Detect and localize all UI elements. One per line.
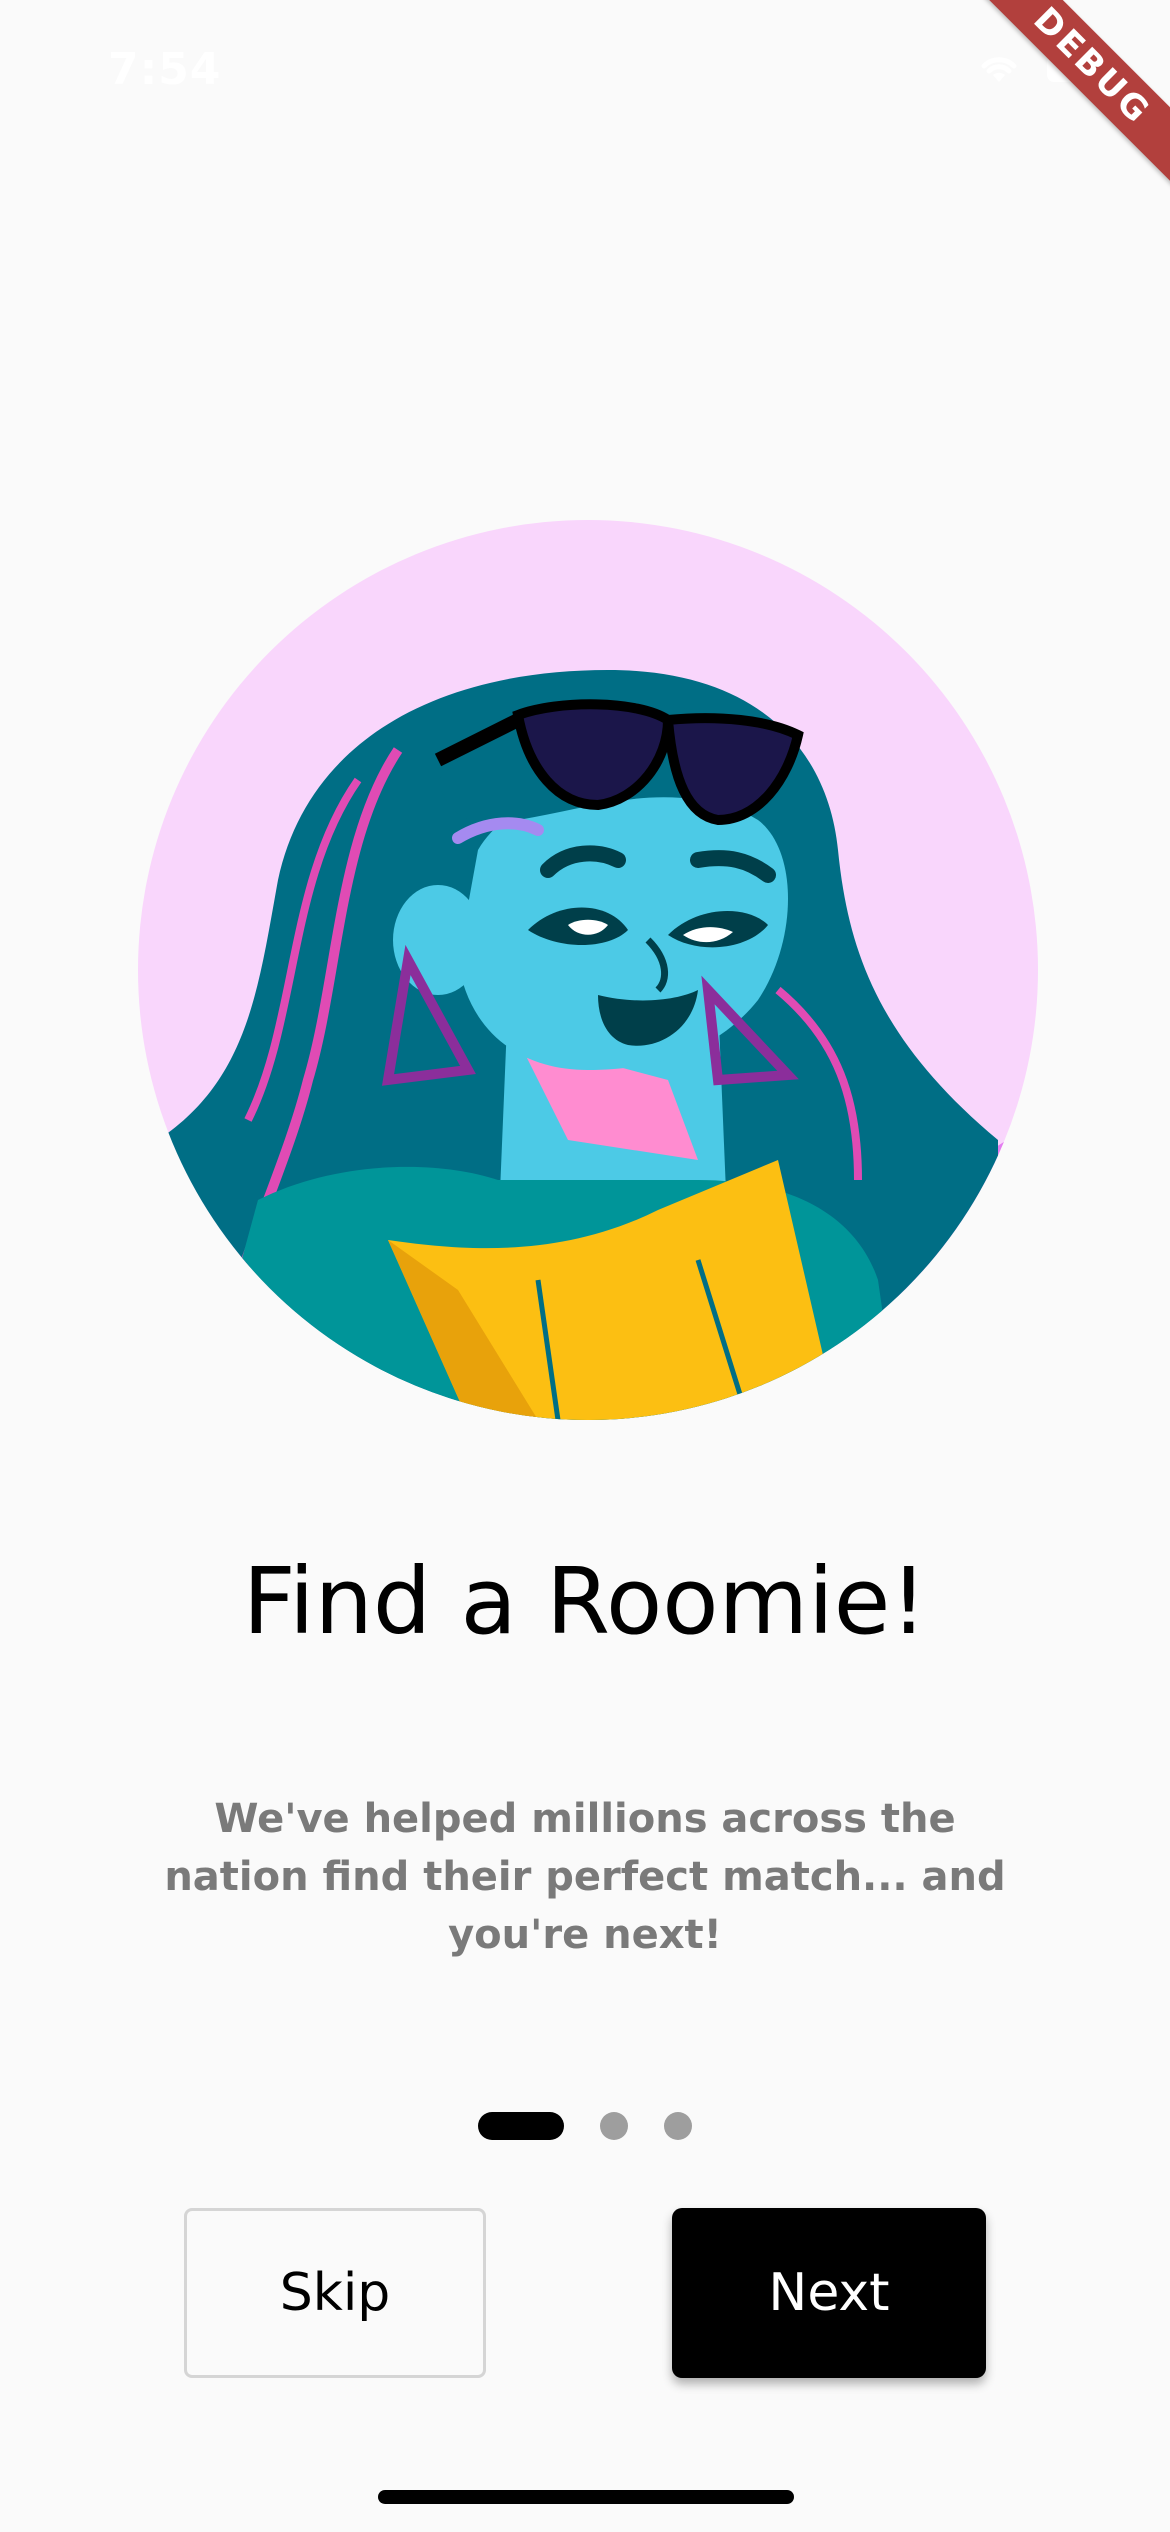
page-title: Find a Roomie!: [242, 1548, 928, 1655]
page-indicator: [0, 2112, 1170, 2140]
page-description: We've helped millions across the nation …: [164, 1796, 1006, 1958]
page-dot-active[interactable]: [478, 2112, 564, 2140]
home-indicator[interactable]: [378, 2490, 794, 2504]
status-time: 7:54: [108, 44, 222, 95]
next-button[interactable]: Next: [672, 2208, 986, 2378]
page-dot[interactable]: [664, 2112, 692, 2140]
page-dot[interactable]: [600, 2112, 628, 2140]
skip-button[interactable]: Skip: [184, 2208, 486, 2378]
wifi-icon: [981, 57, 1017, 82]
roomie-illustration: [138, 520, 1038, 1420]
onboarding-screen: 7:54 DEBUG Find a Roomie! We've helped m…: [0, 0, 1170, 2532]
debug-banner: DEBUG: [953, 0, 1170, 205]
